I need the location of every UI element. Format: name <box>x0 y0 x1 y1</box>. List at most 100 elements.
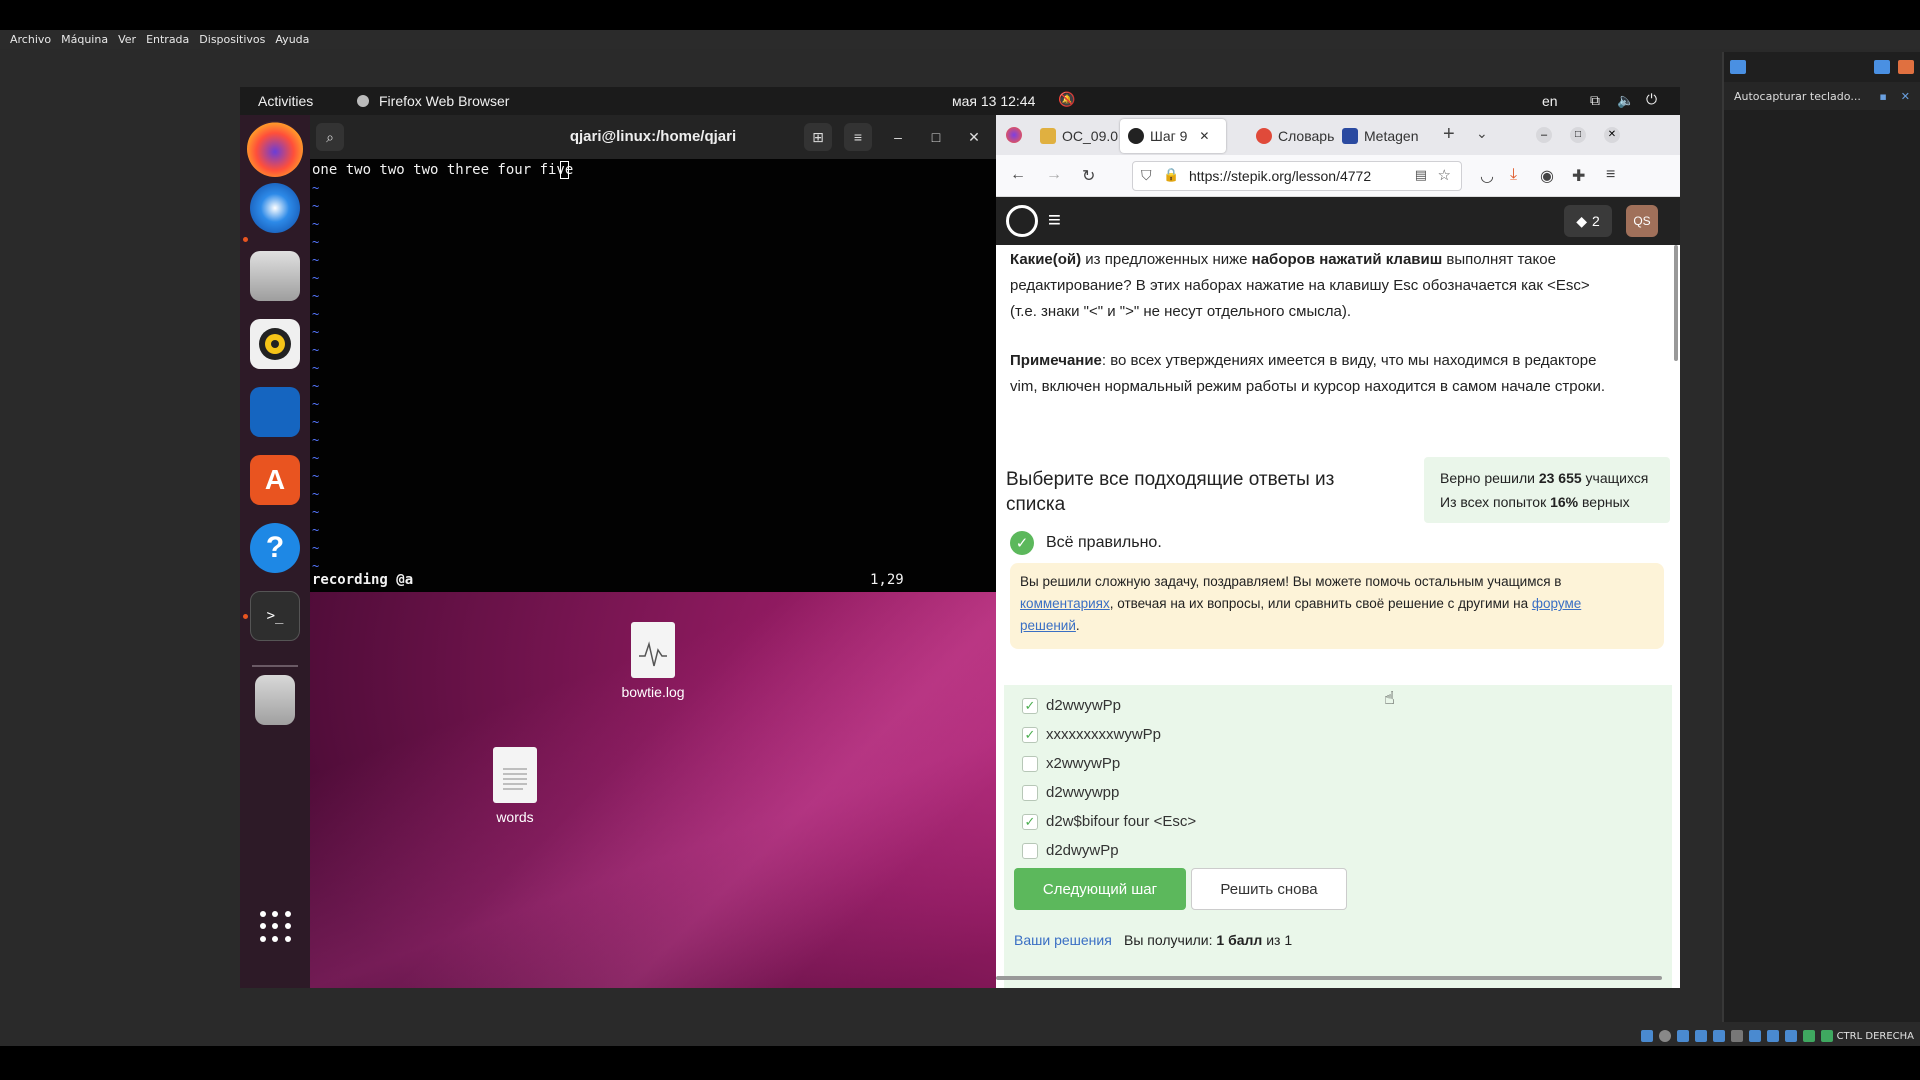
writer-icon[interactable] <box>250 387 300 437</box>
option-label[interactable]: d2dwywPp <box>1046 842 1119 859</box>
network-icon[interactable]: ⧉ <box>1590 92 1600 109</box>
mouse-icon[interactable] <box>1802 1030 1815 1042</box>
close-icon[interactable]: ✕ <box>1604 127 1620 143</box>
menu-ayuda[interactable]: Ayuda <box>275 33 309 46</box>
menu-dispositivos[interactable]: Dispositivos <box>199 33 265 46</box>
vim-tilde: ~ <box>312 415 320 429</box>
display-icon[interactable] <box>1748 1030 1761 1042</box>
cd-icon[interactable] <box>1658 1030 1671 1042</box>
reload-icon[interactable]: ↻ <box>1082 166 1095 186</box>
option-checkbox[interactable] <box>1022 756 1038 772</box>
tab-oc[interactable]: OC_09.0 <box>1040 119 1120 153</box>
option-label[interactable]: x2wwywPp <box>1046 755 1120 772</box>
terminal-icon[interactable]: >_ <box>250 591 300 641</box>
terminal-body[interactable]: one two two two three four five ~ ~ ~ ~ ~ ~ ~ ~… <box>310 159 996 592</box>
help-icon[interactable]: ? <box>250 523 300 573</box>
option-checkbox[interactable]: ✓ <box>1022 814 1038 830</box>
keyboard-status-icon[interactable] <box>1820 1030 1833 1042</box>
thunderbird-icon[interactable] <box>250 183 300 233</box>
layout-icon[interactable] <box>1874 60 1890 74</box>
option-label[interactable]: xxxxxxxxxwywPp <box>1046 726 1161 743</box>
menu-ver[interactable]: Ver <box>118 33 136 46</box>
avatar[interactable]: QS <box>1626 205 1658 237</box>
forward-icon[interactable]: → <box>1046 166 1062 184</box>
firefox-icon[interactable] <box>247 121 303 177</box>
cpu-icon[interactable] <box>1784 1030 1797 1042</box>
option-checkbox[interactable]: ✓ <box>1022 727 1038 743</box>
keyboard-layout[interactable]: en <box>1542 93 1558 109</box>
show-apps-icon[interactable] <box>260 911 292 943</box>
vim-tilde: ~ <box>312 253 320 267</box>
new-tab-icon[interactable]: + <box>1443 123 1455 146</box>
option-checkbox[interactable]: ✓ <box>1022 698 1038 714</box>
tab-dictionary[interactable]: Словарь <box>1256 119 1336 153</box>
keyboard-icon[interactable] <box>1730 60 1746 74</box>
downloads-icon[interactable]: ⤓ <box>1510 166 1517 184</box>
usb-icon[interactable] <box>1712 1030 1725 1042</box>
option-label[interactable]: d2wwywPp <box>1046 697 1121 714</box>
hamburger-icon[interactable]: ≡ <box>1048 207 1061 233</box>
volume-icon[interactable]: 🔈 <box>1617 92 1634 109</box>
option-checkbox[interactable] <box>1022 843 1038 859</box>
pocket-icon[interactable]: ◡ <box>1480 166 1494 186</box>
maximize-icon[interactable]: □ <box>1570 127 1586 143</box>
app-menu[interactable]: Firefox Web Browser <box>379 93 509 109</box>
forum-link[interactable]: форуме <box>1532 596 1581 611</box>
close-icon[interactable]: ✕ <box>960 123 988 151</box>
menu-entrada[interactable]: Entrada <box>146 33 189 46</box>
fire-icon: ◆ <box>1576 212 1587 229</box>
account-icon[interactable]: ◉ <box>1540 166 1554 186</box>
new-tab-icon[interactable]: ⊞ <box>804 123 832 151</box>
comments-link[interactable]: комментариях <box>1020 596 1110 611</box>
pin-icon[interactable]: ▪ <box>1879 90 1886 103</box>
tracking-shield-icon[interactable]: ⛉ <box>1141 167 1152 184</box>
desktop-file-words[interactable]: words <box>470 747 560 825</box>
back-icon[interactable]: ← <box>1010 166 1026 184</box>
tab-step-active[interactable]: Шаг 9 ✕ <box>1120 119 1226 153</box>
rhythmbox-icon[interactable] <box>250 319 300 369</box>
url-bar[interactable]: ⛉ 🔒 https://stepik.org/lesson/4772 ▤ ☆ <box>1132 161 1462 191</box>
vertical-scrollbar[interactable] <box>1674 245 1678 361</box>
tab-close-icon[interactable]: ✕ <box>1199 129 1209 143</box>
disk-icon[interactable] <box>1640 1030 1653 1042</box>
power-icon[interactable]: ⏻ <box>1646 91 1657 108</box>
audio-icon[interactable] <box>1676 1030 1689 1042</box>
software-icon[interactable]: A <box>250 455 300 505</box>
next-step-button[interactable]: Следующий шаг <box>1014 868 1186 910</box>
files-icon[interactable] <box>250 251 300 301</box>
stepik-logo-icon[interactable] <box>1006 205 1038 237</box>
menu-maquina[interactable]: Máquina <box>61 33 108 46</box>
menu-archivo[interactable]: Archivo <box>10 33 51 46</box>
desktop-file-bowtie[interactable]: bowtie.log <box>608 622 698 700</box>
dock: A ? >_ <box>240 115 310 988</box>
shared-folder-icon[interactable] <box>1730 1030 1743 1042</box>
extensions-icon[interactable]: ✚ <box>1572 166 1585 186</box>
notification-icon[interactable]: 🔕 <box>1058 91 1075 108</box>
clock[interactable]: мая 13 12:44 <box>952 93 1035 109</box>
streak-badge[interactable]: ◆ 2 <box>1564 205 1612 237</box>
network-icon[interactable] <box>1694 1030 1707 1042</box>
close-icon[interactable]: ✕ <box>1901 90 1910 103</box>
option-checkbox[interactable] <box>1022 785 1038 801</box>
forum-link-cont[interactable]: решений <box>1020 618 1076 633</box>
firefox-view-icon[interactable] <box>1006 127 1022 143</box>
app-menu-icon[interactable]: ≡ <box>1606 166 1615 184</box>
tab-metagen[interactable]: Metagen <box>1342 119 1426 153</box>
trash-icon[interactable] <box>255 675 295 725</box>
horizontal-scrollbar[interactable] <box>996 976 1662 980</box>
recording-icon[interactable] <box>1766 1030 1779 1042</box>
bookmark-star-icon[interactable]: ☆ <box>1438 166 1451 184</box>
retry-button[interactable]: Решить снова <box>1191 868 1347 910</box>
your-solutions-link[interactable]: Ваши решения <box>1014 932 1112 948</box>
autocapture-item[interactable]: Autocapturar teclado... ▪ ✕ <box>1724 82 1920 110</box>
maximize-icon[interactable]: □ <box>922 123 950 151</box>
minimize-icon[interactable]: – <box>884 123 912 151</box>
option-label[interactable]: d2w$bifour four <Esc> <box>1046 813 1196 830</box>
reader-view-icon[interactable]: ▤ <box>1415 167 1427 183</box>
minimize-icon[interactable]: – <box>1536 127 1552 143</box>
menu-icon[interactable]: ≡ <box>844 123 872 151</box>
tab-list-icon[interactable]: ⌄ <box>1476 125 1488 142</box>
option-label[interactable]: d2wwywpp <box>1046 784 1119 801</box>
capture-icon[interactable] <box>1898 60 1914 74</box>
activities-button[interactable]: Activities <box>258 93 313 109</box>
